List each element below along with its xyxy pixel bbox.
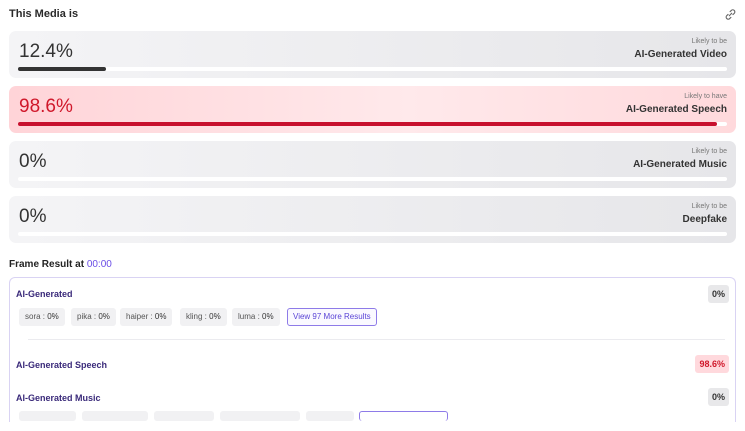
frame-timestamp[interactable]: 00:00 (87, 259, 112, 270)
chip-value: 0% (47, 312, 59, 321)
card-kind-label: Deepfake (682, 214, 727, 225)
ai-music-card: 0% Likely to be AI-Generated Music (9, 141, 736, 188)
ai-generated-badge: 0% (707, 285, 729, 303)
card-kind-label: AI-Generated Music (633, 159, 727, 170)
chip-name: sora (25, 312, 41, 321)
chip-name: pika (77, 312, 92, 321)
chip-value: 0% (154, 312, 167, 321)
card-percent: 0% (19, 151, 47, 172)
ghost-more-button[interactable] (359, 411, 448, 421)
probability-fill (18, 122, 718, 126)
model-chip-pika: pika : 0% (71, 308, 116, 326)
card-percent: 98.6% (19, 96, 73, 117)
probability-track (18, 122, 727, 126)
card-kind-label: AI-Generated Video (634, 49, 727, 60)
ghost-chip (306, 411, 354, 421)
view-more-results-button[interactable]: View 97 More Results (287, 308, 377, 326)
card-likely-label: Likely to be (691, 203, 727, 210)
ai-music-row-title: AI-Generated Music (16, 393, 101, 403)
link-icon[interactable] (724, 8, 737, 21)
ghost-chip (82, 411, 148, 421)
chip-value: 0% (209, 312, 221, 321)
divider (28, 339, 725, 340)
ai-video-card: 12.4% Likely to be AI-Generated Video (9, 31, 736, 78)
card-percent: 0% (19, 206, 47, 227)
card-likely-label: Likely to be (691, 38, 727, 45)
ghost-chip (220, 411, 300, 421)
ai-speech-card: 98.6% Likely to have AI-Generated Speech (9, 86, 736, 133)
ghost-chip (19, 411, 76, 421)
probability-track (18, 67, 727, 71)
card-likely-label: Likely to be (691, 148, 727, 155)
ai-speech-badge: 98.6% (695, 355, 729, 373)
frame-result-heading: Frame Result at 00:00 (9, 259, 112, 270)
media-verdict-title: This Media is (9, 8, 79, 20)
probability-fill (18, 67, 106, 71)
model-chip-haiper: haiper : 0% (120, 308, 173, 326)
card-percent: 12.4% (19, 41, 73, 62)
ai-music-badge: 0% (707, 388, 729, 406)
frame-result-label: Frame Result at (9, 259, 85, 270)
card-kind-label: AI-Generated Speech (625, 104, 727, 115)
chip-name: haiper (126, 312, 149, 321)
probability-track (18, 232, 727, 236)
ai-speech-row-title: AI-Generated Speech (16, 360, 108, 370)
chip-value: 0% (98, 312, 110, 321)
header: This Media is (9, 8, 737, 24)
chip-value: 0% (262, 312, 274, 321)
ghost-chip (154, 411, 214, 421)
ai-generated-row-title: AI-Generated (16, 289, 73, 299)
card-likely-label: Likely to have (684, 93, 727, 100)
frame-results-panel: AI-Generated 0% sora : 0% pika : 0% haip… (9, 277, 736, 422)
chip-name: kling (186, 312, 203, 321)
probability-track (18, 177, 727, 181)
chip-name: luma (238, 312, 256, 321)
model-chip-luma: luma : 0% (232, 308, 280, 326)
model-chip-kling: kling : 0% (180, 308, 227, 326)
model-chip-sora: sora : 0% (19, 308, 65, 326)
deepfake-card: 0% Likely to be Deepfake (9, 196, 736, 243)
